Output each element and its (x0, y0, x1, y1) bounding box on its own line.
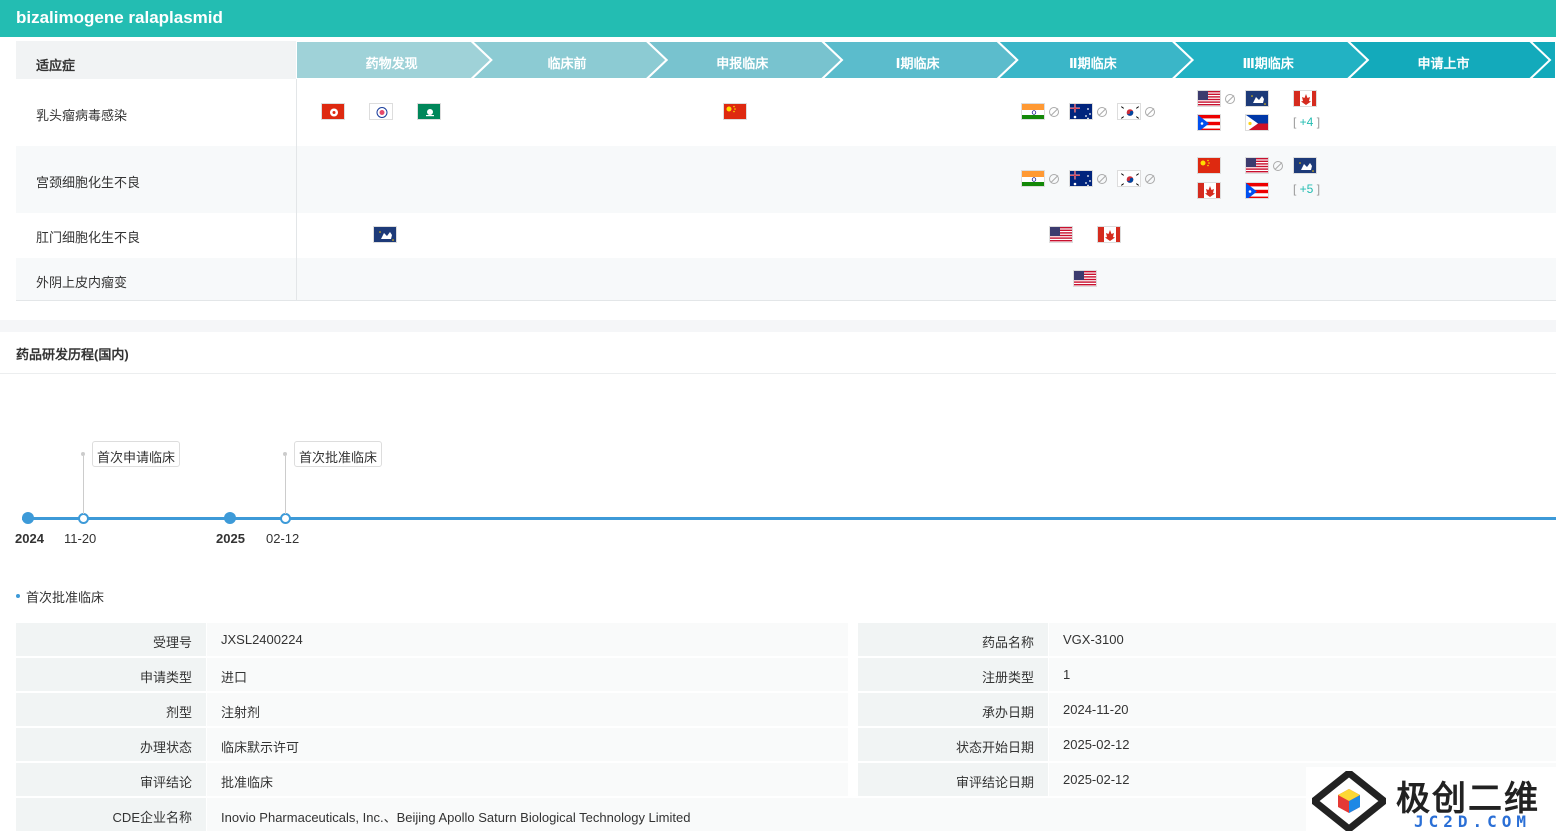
stage-label: Ⅰ期临床 (895, 56, 940, 71)
usa-flag-icon[interactable] (1049, 226, 1073, 243)
watermark: 极创二维 JC2D.COM (1306, 767, 1556, 834)
date-label: 11-20 (64, 531, 97, 546)
india-flag-icon[interactable] (1021, 170, 1045, 187)
korea-flag-icon[interactable] (1117, 170, 1141, 187)
usa-flag-icon[interactable] (1073, 270, 1097, 287)
event-node[interactable] (280, 513, 291, 524)
suspended-icon (1097, 107, 1107, 117)
field-value: 注射剂 (207, 693, 848, 726)
field-value: JXSL2400224 (207, 623, 848, 656)
hongkong-flag-icon[interactable] (321, 103, 345, 120)
field-value: 批准临床 (207, 763, 848, 796)
field-value: 进口 (207, 658, 848, 691)
year-node (224, 512, 236, 524)
korea-flag-icon[interactable] (1117, 103, 1141, 120)
canada-flag-icon[interactable] (1197, 182, 1221, 199)
field-value: 2024-11-20 (1049, 693, 1556, 726)
indication-header: 适应症 (16, 41, 296, 79)
puerto-rico-flag-icon[interactable] (1245, 182, 1269, 199)
usa-flag-icon[interactable] (1197, 90, 1221, 107)
event-label[interactable]: 首次批准临床 (294, 441, 383, 467)
event-stem (83, 456, 84, 514)
stage-label: 申请上市 (1417, 56, 1470, 71)
stage-label: 药物发现 (365, 56, 418, 71)
taiwan-flag-icon[interactable] (369, 103, 393, 120)
indication-label: 宫颈细胞化生不良 (36, 175, 141, 190)
field-value: VGX-3100 (1049, 623, 1556, 656)
india-flag-icon[interactable] (1021, 103, 1045, 120)
field-key: 承办日期 (858, 693, 1048, 726)
field-key: 申请类型 (16, 658, 206, 691)
detail-subtitle: 首次批准临床 (16, 587, 104, 606)
indication-row[interactable]: 肛门细胞化生不良 (16, 213, 1556, 258)
suspended-icon (1049, 174, 1059, 184)
field-key: 审评结论日期 (858, 763, 1048, 796)
usa-flag-icon[interactable] (1245, 157, 1269, 174)
stage-label: 临床前 (547, 56, 587, 71)
field-key: CDE企业名称 (16, 798, 206, 831)
canada-flag-icon[interactable] (1097, 226, 1121, 243)
section-divider (0, 373, 1556, 374)
event-stem-dot (283, 452, 287, 456)
europe-flag-icon[interactable] (1293, 157, 1317, 174)
year-label: 2025 (216, 531, 245, 546)
puerto-rico-flag-icon[interactable] (1197, 114, 1221, 131)
drug-title: bizalimogene ralaplasmid (16, 8, 223, 27)
europe-flag-icon[interactable] (373, 226, 397, 243)
timeline-axis (22, 517, 1556, 520)
section-title: 药品研发历程(国内) (16, 347, 129, 362)
field-key: 状态开始日期 (858, 728, 1048, 761)
europe-flag-icon[interactable] (1245, 90, 1269, 107)
field-key: 剂型 (16, 693, 206, 726)
suspended-icon (1145, 174, 1155, 184)
field-key: 审评结论 (16, 763, 206, 796)
suspended-icon (1049, 107, 1059, 117)
indication-label: 肛门细胞化生不良 (36, 230, 141, 245)
event-label[interactable]: 首次申请临床 (92, 441, 181, 467)
indication-label: 乳头瘤病毒感染 (36, 108, 128, 123)
field-key: 注册类型 (858, 658, 1048, 691)
date-label: 02-12 (266, 531, 300, 546)
table-bottom-border (16, 300, 1556, 301)
china-flag-icon[interactable] (1197, 157, 1221, 174)
australia-flag-icon[interactable] (1069, 103, 1093, 120)
suspended-icon (1225, 94, 1235, 104)
philippines-flag-icon[interactable] (1245, 114, 1269, 131)
stage-label: Ⅱ期临床 (1069, 56, 1117, 71)
field-key: 办理状态 (16, 728, 206, 761)
stage-label: 申报临床 (716, 56, 769, 71)
app-header: bizalimogene ralaplasmid (0, 0, 1556, 37)
more-countries-button[interactable]: [ +4 ] (1293, 115, 1320, 129)
year-label: 2024 (15, 531, 44, 546)
year-node (22, 512, 34, 524)
canada-flag-icon[interactable] (1293, 90, 1317, 107)
australia-flag-icon[interactable] (1069, 170, 1093, 187)
event-stem-dot (81, 452, 85, 456)
event-stem (285, 456, 286, 514)
watermark-url: JC2D.COM (1414, 812, 1532, 831)
suspended-icon (1145, 107, 1155, 117)
macau-flag-icon[interactable] (417, 103, 441, 120)
more-countries-button[interactable]: [ +5 ] (1293, 182, 1320, 196)
suspended-icon (1273, 161, 1283, 171)
indication-label: 外阴上皮内瘤变 (36, 275, 128, 290)
logo-icon (1312, 771, 1386, 831)
field-value: 2025-02-12 (1049, 728, 1556, 761)
column-divider (296, 79, 297, 300)
indication-row[interactable]: 乳头瘤病毒感染 (16, 79, 1556, 146)
field-key: 药品名称 (858, 623, 1048, 656)
field-value: 1 (1049, 658, 1556, 691)
field-value: 临床默示许可 (207, 728, 848, 761)
suspended-icon (1097, 174, 1107, 184)
indication-row[interactable]: 外阴上皮内瘤变 (16, 258, 1556, 300)
event-node[interactable] (78, 513, 89, 524)
china-flag-icon[interactable] (723, 103, 747, 120)
indication-row[interactable]: 宫颈细胞化生不良 (16, 146, 1556, 213)
stage-label: Ⅲ期临床 (1242, 56, 1294, 71)
field-key: 受理号 (16, 623, 206, 656)
